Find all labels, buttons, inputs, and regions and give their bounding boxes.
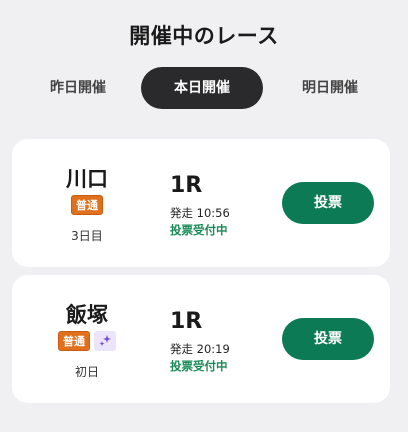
race-card-iizuka[interactable]: 飯塚 普通 初日 1R 発走 20:19 投票受付中 投票 (12, 275, 390, 403)
race-info: 1R 発走 20:19 投票受付中 (170, 307, 230, 374)
venue-block: 飯塚 普通 初日 (42, 301, 132, 380)
grade-badge: 普通 (58, 331, 90, 351)
race-card-kawaguchi[interactable]: 川口 普通 3日目 1R 発走 10:56 投票受付中 投票 (12, 139, 390, 267)
tab-yesterday[interactable]: 昨日開催 (28, 67, 128, 109)
venue-name: 飯塚 (66, 303, 108, 327)
day-tabs: 昨日開催 本日開催 明日開催 (0, 67, 408, 109)
badge-row: 普通 (42, 331, 132, 353)
vote-button[interactable]: 投票 (282, 182, 374, 224)
tab-tomorrow[interactable]: 明日開催 (280, 67, 380, 109)
race-info: 1R 発走 10:56 投票受付中 (170, 171, 230, 238)
day-label: 初日 (74, 365, 99, 379)
race-number: 1R (170, 173, 203, 198)
venue-block: 川口 普通 3日目 (42, 165, 132, 244)
page-title: 開催中のレース (129, 24, 279, 48)
tab-today[interactable]: 本日開催 (141, 67, 263, 109)
badge-row: 普通 (42, 195, 132, 217)
vote-button[interactable]: 投票 (282, 318, 374, 360)
venue-name: 川口 (66, 167, 108, 191)
start-time: 発走 10:56 (170, 206, 230, 220)
vote-status: 投票受付中 (170, 359, 228, 373)
vote-status: 投票受付中 (170, 223, 228, 237)
day-label: 3日目 (71, 229, 103, 243)
start-time: 発走 20:19 (170, 342, 230, 356)
stars-icon (94, 331, 116, 351)
grade-badge: 普通 (71, 195, 103, 215)
race-number: 1R (170, 309, 203, 334)
